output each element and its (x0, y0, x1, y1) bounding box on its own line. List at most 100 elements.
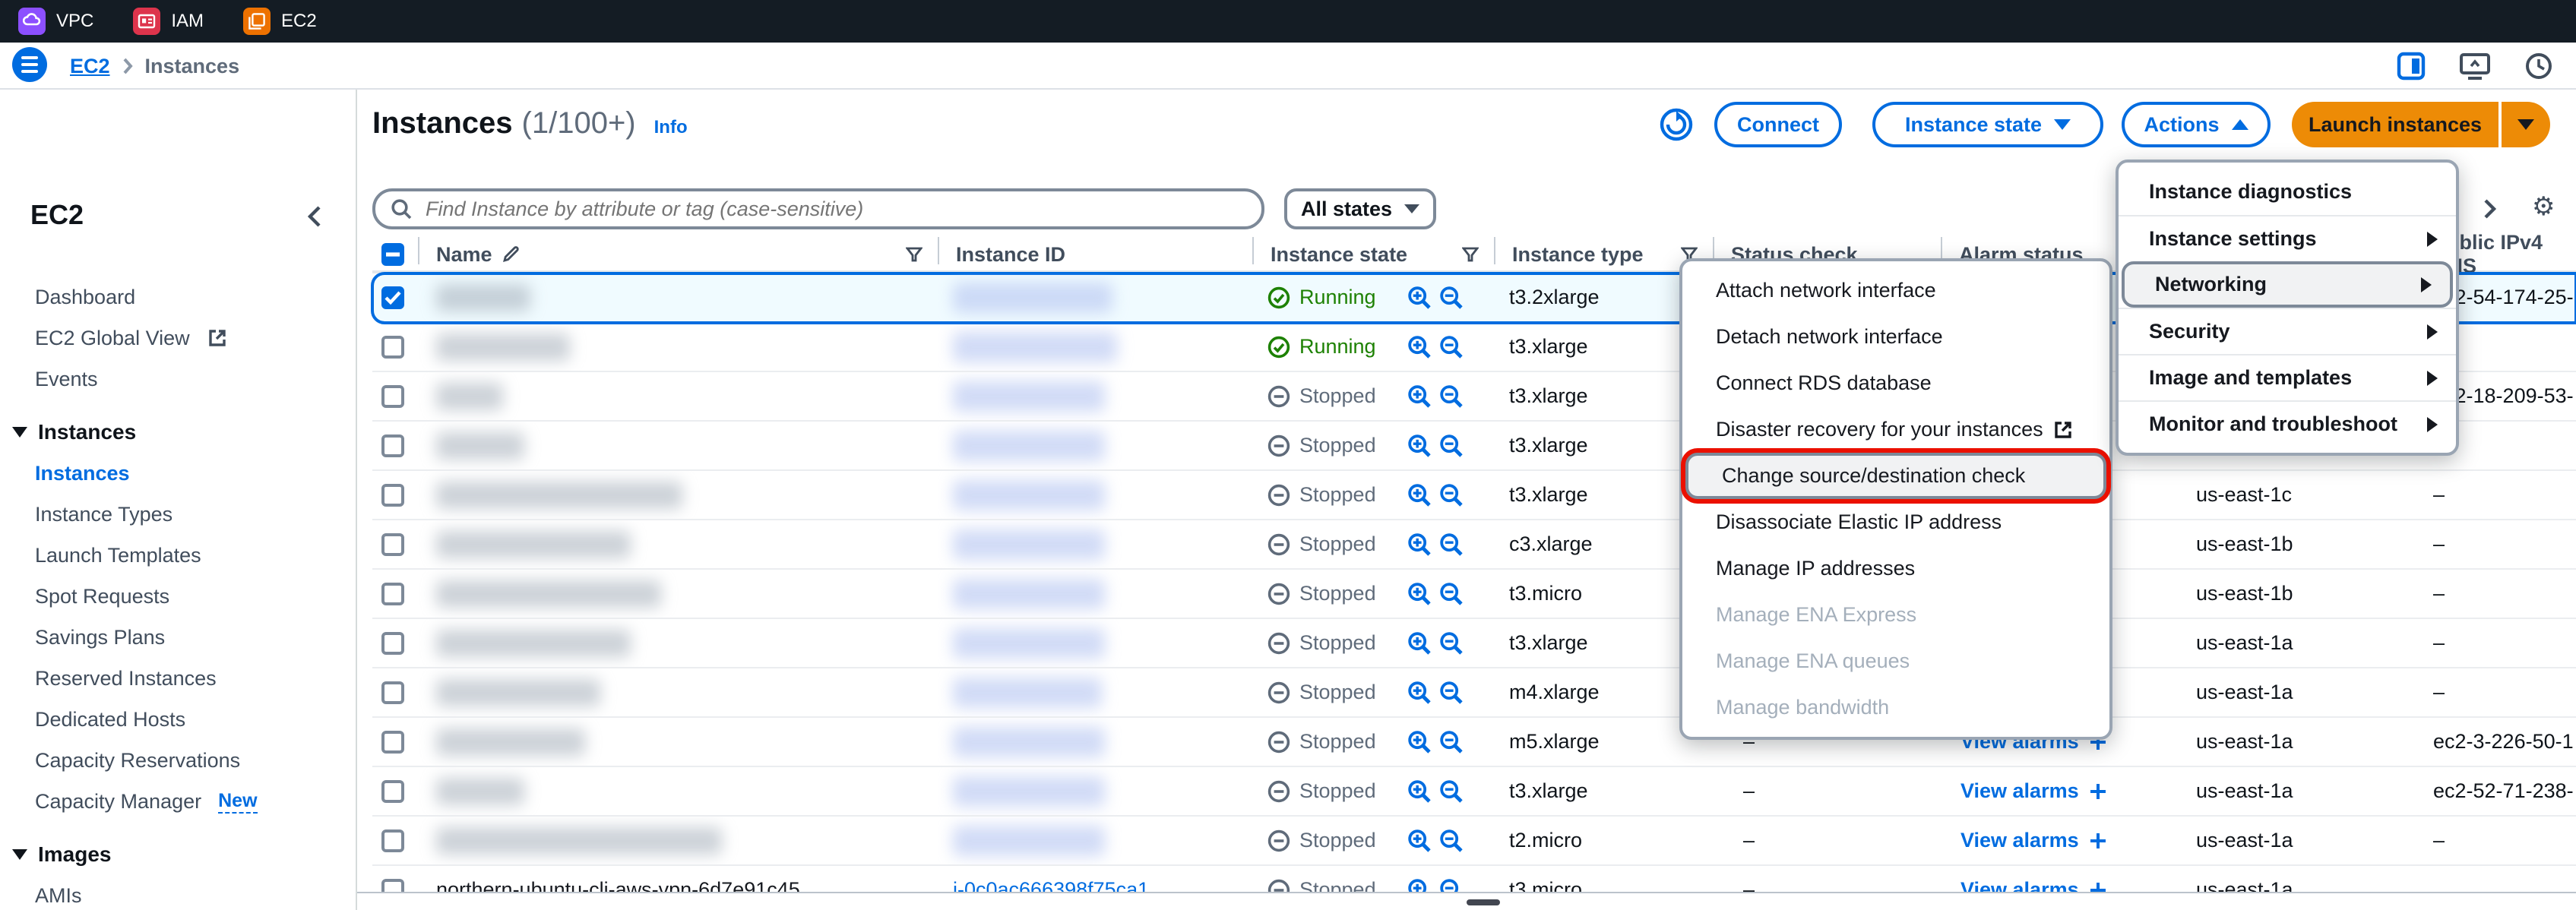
scrollbar-thumb[interactable] (1467, 899, 1500, 905)
sidebar-item-spot-requests[interactable]: Spot Requests (0, 576, 356, 617)
submenu-item-change-source-destination-check[interactable]: Change source/destination check (1685, 453, 2106, 499)
row-checkbox[interactable] (381, 434, 404, 457)
row-checkbox[interactable] (381, 336, 404, 359)
launch-instances-dropdown[interactable] (2498, 102, 2550, 147)
sidebar-section-images[interactable]: Images (0, 834, 356, 875)
state-filter-select[interactable]: All states (1284, 188, 1436, 229)
instance-state-button[interactable]: Instance state (1872, 102, 2103, 147)
row-checkbox[interactable] (381, 583, 404, 605)
actions-menu-item-networking[interactable]: Networking (2122, 261, 2453, 308)
redacted-instance-id-link[interactable] (953, 776, 1105, 807)
sidebar-collapse-icon[interactable] (307, 205, 322, 234)
zoom-in-icon[interactable] (1407, 829, 1432, 853)
row-checkbox[interactable] (381, 385, 404, 408)
redacted-instance-id-link[interactable] (953, 431, 1105, 461)
new-badge[interactable]: New (218, 790, 257, 814)
zoom-out-icon[interactable] (1439, 335, 1464, 359)
submenu-item-detach-network-interface[interactable]: Detach network interface (1682, 314, 2109, 360)
launch-instances-label[interactable]: Launch instances (2292, 102, 2498, 147)
submenu-item-manage-ip-addresses[interactable]: Manage IP addresses (1682, 545, 2109, 592)
column-header-instance-id[interactable]: Instance ID (938, 231, 1252, 278)
redacted-instance-id-link[interactable] (953, 628, 1105, 659)
zoom-out-icon[interactable] (1439, 532, 1464, 557)
zoom-out-icon[interactable] (1439, 384, 1464, 409)
refresh-button[interactable] (1660, 108, 1693, 141)
zoom-in-icon[interactable] (1407, 730, 1432, 754)
breadcrumb-ec2-link[interactable]: EC2 (70, 55, 110, 78)
sidebar-item-capacity-manager[interactable]: Capacity ManagerNew (0, 781, 356, 822)
actions-menu-item-monitor-and-troubleshoot[interactable]: Monitor and troubleshoot (2119, 400, 2456, 447)
actions-menu-item-instance-diagnostics[interactable]: Instance diagnostics (2119, 169, 2456, 215)
row-checkbox[interactable] (381, 484, 404, 507)
submenu-item-disaster-recovery-for-your-instances[interactable]: Disaster recovery for your instances (1682, 406, 2109, 453)
column-header-instance-state[interactable]: Instance state (1252, 231, 1494, 278)
sidebar-section-instances[interactable]: Instances (0, 412, 356, 453)
menu-hamburger-icon[interactable] (12, 47, 47, 82)
filter-icon[interactable] (1462, 247, 1479, 262)
zoom-in-icon[interactable] (1407, 779, 1432, 804)
zoom-in-icon[interactable] (1407, 582, 1432, 606)
filter-icon[interactable] (906, 247, 922, 262)
next-page-chevron-icon[interactable] (2483, 197, 2497, 226)
redacted-instance-id-link[interactable] (953, 480, 1105, 510)
sidebar-item-capacity-reservations[interactable]: Capacity Reservations (0, 740, 356, 781)
service-shortcut-vpc[interactable]: VPC (18, 8, 93, 35)
zoom-in-icon[interactable] (1407, 483, 1432, 507)
redacted-instance-id-link[interactable] (953, 283, 1112, 313)
row-checkbox[interactable] (381, 533, 404, 556)
sidebar-item-instances[interactable]: Instances (0, 453, 356, 494)
add-alarm-plus-icon[interactable] (2090, 783, 2106, 800)
sidebar-item-savings-plans[interactable]: Savings Plans (0, 617, 356, 658)
connect-button[interactable]: Connect (1714, 102, 1842, 147)
service-shortcut-iam[interactable]: IAM (133, 8, 204, 35)
zoom-out-icon[interactable] (1439, 681, 1464, 705)
redacted-instance-id-link[interactable] (953, 826, 1105, 856)
row-checkbox[interactable] (381, 681, 404, 704)
zoom-in-icon[interactable] (1407, 384, 1432, 409)
redacted-instance-id-link[interactable] (953, 678, 1102, 708)
info-link[interactable]: Info (654, 117, 688, 138)
submenu-item-connect-rds-database[interactable]: Connect RDS database (1682, 360, 2109, 406)
sidebar-item-ec2-global-view[interactable]: EC2 Global View (0, 318, 356, 359)
settings-gear-icon[interactable]: ⚙ (2532, 191, 2555, 222)
sidebar-item-dedicated-hosts[interactable]: Dedicated Hosts (0, 699, 356, 740)
sidebar-item-events[interactable]: Events (0, 359, 356, 400)
actions-menu-item-instance-settings[interactable]: Instance settings (2119, 215, 2456, 261)
zoom-out-icon[interactable] (1439, 286, 1464, 310)
redacted-instance-id-link[interactable] (953, 727, 1105, 757)
select-all-checkbox[interactable] (381, 243, 404, 266)
zoom-out-icon[interactable] (1439, 483, 1464, 507)
view-alarms-link[interactable]: View alarms (1960, 779, 2106, 803)
zoom-out-icon[interactable] (1439, 631, 1464, 656)
submenu-item-disassociate-elastic-ip-address[interactable]: Disassociate Elastic IP address (1682, 499, 2109, 545)
screen-share-icon[interactable] (2459, 50, 2491, 82)
view-alarms-link[interactable]: View alarms (1960, 829, 2106, 852)
add-alarm-plus-icon[interactable] (2090, 833, 2106, 849)
redacted-instance-id-link[interactable] (953, 381, 1105, 412)
sidebar-item-dashboard[interactable]: Dashboard (0, 276, 356, 318)
actions-button[interactable]: Actions (2122, 102, 2271, 147)
row-checkbox-checked[interactable] (381, 286, 404, 309)
row-checkbox[interactable] (381, 632, 404, 655)
zoom-out-icon[interactable] (1439, 829, 1464, 853)
row-checkbox[interactable] (381, 731, 404, 754)
row-checkbox[interactable] (381, 829, 404, 852)
zoom-out-icon[interactable] (1439, 730, 1464, 754)
sidebar-item-instance-types[interactable]: Instance Types (0, 494, 356, 535)
redacted-instance-id-link[interactable] (953, 332, 1117, 362)
launch-instances-button[interactable]: Launch instances (2292, 102, 2550, 147)
zoom-out-icon[interactable] (1439, 779, 1464, 804)
zoom-in-icon[interactable] (1407, 335, 1432, 359)
edit-name-icon[interactable] (502, 245, 520, 264)
sidebar-item-reserved-instances[interactable]: Reserved Instances (0, 658, 356, 699)
history-clock-icon[interactable] (2523, 50, 2555, 82)
actions-menu-item-security[interactable]: Security (2119, 308, 2456, 354)
zoom-in-icon[interactable] (1407, 532, 1432, 557)
zoom-in-icon[interactable] (1407, 681, 1432, 705)
zoom-out-icon[interactable] (1439, 434, 1464, 458)
zoom-in-icon[interactable] (1407, 286, 1432, 310)
redacted-instance-id-link[interactable] (953, 529, 1105, 560)
service-shortcut-ec2[interactable]: EC2 (243, 8, 317, 35)
submenu-item-attach-network-interface[interactable]: Attach network interface (1682, 267, 2109, 314)
actions-menu-item-image-and-templates[interactable]: Image and templates (2119, 354, 2456, 400)
